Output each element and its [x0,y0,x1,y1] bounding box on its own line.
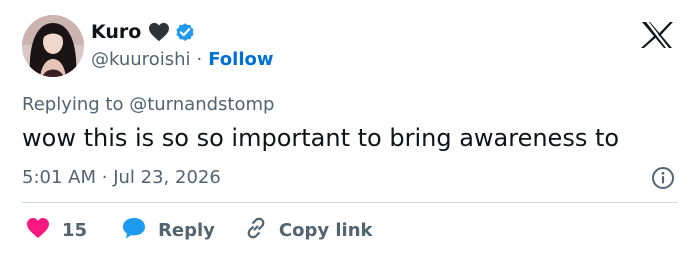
replying-to-line: Replying to @turnandstomp [22,92,274,118]
copy-link-button[interactable]: Copy link [243,215,373,246]
tweet-timestamp[interactable]: 5:01 AM · Jul 23, 2026 [22,165,221,191]
author-avatar[interactable] [22,15,84,77]
replying-to-handle[interactable]: @turnandstomp [129,94,274,115]
link-icon [243,215,269,246]
x-logo-icon[interactable] [637,20,677,50]
tweet-date: Jul 23, 2026 [113,167,221,188]
author-display-name[interactable]: Kuro [91,18,141,46]
reply-label: Reply [158,219,215,241]
author-name-row: Kuro [91,18,196,46]
replying-to-label: Replying to [22,94,124,115]
like-count: 15 [62,219,88,241]
tweet-actions: 15 Reply Copy link [26,216,373,244]
speech-bubble-icon [121,216,147,245]
actions-divider [22,202,678,203]
tweet-time: 5:01 AM [22,167,96,188]
like-button[interactable]: 15 [26,217,87,244]
info-icon[interactable] [651,166,675,190]
author-handle-row: @kuuroishi · Follow [91,46,274,74]
timestamp-separator: · [101,167,108,188]
verified-badge-icon [174,21,196,43]
black-heart-icon [148,22,170,42]
handle-separator: · [196,49,203,70]
tweet-embed-card: Kuro @kuuroishi · Follow Replying to @tu… [0,0,700,256]
author-handle[interactable]: @kuuroishi [91,46,191,74]
copy-link-label: Copy link [278,219,373,241]
tweet-text: wow this is so so important to bring awa… [22,124,620,152]
follow-button[interactable]: Follow [208,46,273,74]
heart-icon [26,217,50,244]
reply-button[interactable]: Reply [121,216,215,245]
